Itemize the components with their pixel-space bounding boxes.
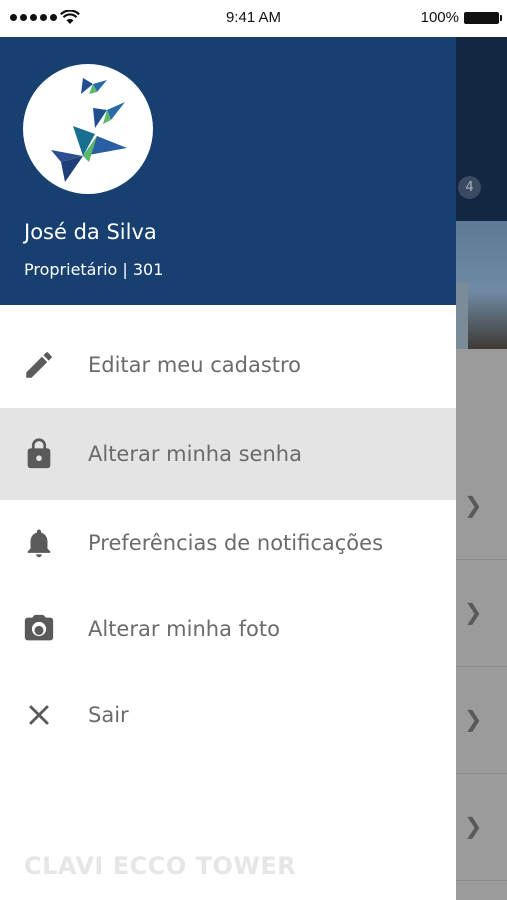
butterflies-logo-icon — [51, 78, 127, 182]
menu-item-notification-preferences[interactable]: Preferências de notificações — [0, 500, 456, 586]
menu-item-label: Sair — [88, 703, 129, 727]
menu-item-change-photo[interactable]: Alterar minha foto — [0, 586, 456, 672]
chevron-right-icon: ❯ — [464, 600, 483, 626]
battery-percentage: 100% — [420, 9, 459, 26]
background-list-row: ❯ — [456, 453, 507, 560]
status-bar: 9:41 AM 100% — [0, 0, 507, 37]
drawer-menu: Editar meu cadastro Alterar minha senha … — [0, 322, 456, 758]
user-role-unit: Proprietário | 301 — [24, 260, 164, 279]
avatar[interactable] — [23, 64, 153, 194]
background-list-row: ❯ — [456, 774, 507, 881]
pencil-icon — [20, 346, 58, 384]
menu-item-logout[interactable]: Sair — [0, 672, 456, 758]
camera-icon — [20, 610, 58, 648]
battery-icon — [464, 12, 502, 24]
background-list-row: ❯ — [456, 560, 507, 667]
close-icon — [20, 696, 58, 734]
menu-item-label: Alterar minha foto — [88, 617, 280, 641]
chevron-right-icon: ❯ — [464, 707, 483, 733]
user-name: José da Silva — [24, 220, 157, 244]
menu-item-change-password[interactable]: Alterar minha senha — [0, 408, 456, 500]
bell-icon — [20, 524, 58, 562]
menu-item-label: Alterar minha senha — [88, 442, 302, 466]
menu-item-label: Editar meu cadastro — [88, 353, 302, 377]
background-building-photo — [456, 221, 507, 349]
navigation-drawer: José da Silva Proprietário | 301 Editar … — [0, 37, 456, 900]
menu-item-label: Preferências de notificações — [88, 531, 384, 555]
chevron-right-icon: ❯ — [464, 493, 483, 519]
menu-item-edit-profile[interactable]: Editar meu cadastro — [0, 322, 456, 408]
lock-icon — [20, 435, 58, 473]
footer-brand-name: CLAVI ECCO TOWER — [24, 852, 297, 880]
notification-badge: 4 — [458, 176, 481, 199]
background-page-overlay[interactable]: 4 ❯ ❯ ❯ ❯ — [456, 37, 507, 900]
drawer-header: José da Silva Proprietário | 301 — [0, 37, 456, 305]
background-list-row: ❯ — [456, 667, 507, 774]
chevron-right-icon: ❯ — [464, 814, 483, 840]
background-header: 4 — [456, 37, 507, 221]
